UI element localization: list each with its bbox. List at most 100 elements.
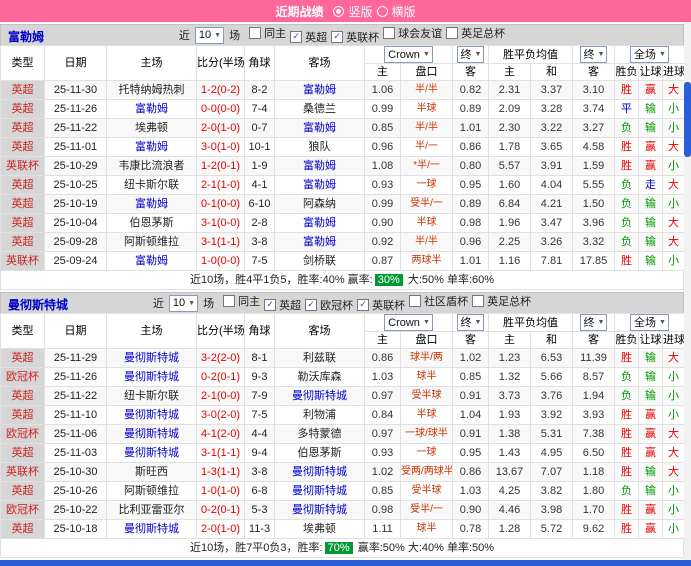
odds-company-select[interactable]: Crown ▼ [384,46,433,63]
home-team-link[interactable]: 阿斯顿维拉 [106,232,197,252]
away-team-link[interactable]: 曼彻斯特城 [274,386,365,406]
away-team-link[interactable]: 富勒姆 [274,213,365,233]
match-score-link[interactable]: 2-1(1-0) [196,175,245,195]
match-score-link[interactable]: 1-2(0-1) [196,156,245,176]
match-score-link[interactable]: 1-2(0-2) [196,80,245,100]
horizontal-label[interactable]: 横版 [392,3,416,20]
team-name[interactable]: 富勒姆 [8,28,44,45]
home-team-link[interactable]: 富勒姆 [106,251,197,271]
full-match-select[interactable]: 全场 ▼ [630,46,669,63]
away-team-link[interactable]: 富勒姆 [274,118,365,138]
away-team-link[interactable]: 富勒姆 [274,80,365,100]
match-score-link[interactable]: 1-3(1-1) [196,462,245,482]
match-score-link[interactable]: 1-0(1-0) [196,481,245,501]
home-team-link[interactable]: 斯旺西 [106,462,197,482]
filter-checkbox-英足总杯[interactable]: 英足总杯 [472,293,531,309]
final-odds-select[interactable]: 终 ▼ [456,46,485,63]
checkbox-checked-icon[interactable]: ✓ [331,30,344,43]
match-score-link[interactable]: 3-2(2-0) [196,348,245,368]
filter-checkbox-同主[interactable]: 同主 [223,293,260,309]
away-team-link[interactable]: 狼队 [274,137,365,157]
horizontal-radio[interactable] [376,5,388,17]
match-score-link[interactable]: 2-1(0-0) [196,386,245,406]
away-team-link[interactable]: 伯恩茅斯 [274,443,365,463]
home-team-link[interactable]: 韦康比流浪者 [106,156,197,176]
filter-checkbox-欧冠杯[interactable]: ✓ 欧冠杯 [305,297,353,313]
home-team-link[interactable]: 富勒姆 [106,194,197,214]
checkbox-checked-icon[interactable]: ✓ [305,298,318,311]
away-team-link[interactable]: 富勒姆 [274,175,365,195]
match-score-link[interactable]: 3-1(1-1) [196,443,245,463]
match-score-link[interactable]: 3-0(2-0) [196,405,245,425]
home-team-link[interactable]: 曼彻斯特城 [106,443,197,463]
recent-count-select[interactable]: 10 ▼ [168,294,199,312]
home-team-link[interactable]: 比利亚雷亚尔 [106,500,197,520]
recent-count-select[interactable]: 10 ▼ [194,26,225,44]
vertical-label[interactable]: 竖版 [348,3,372,20]
home-team-link[interactable]: 富勒姆 [106,99,197,119]
home-team-link[interactable]: 曼彻斯特城 [106,405,197,425]
match-score-link[interactable]: 1-0(0-0) [196,251,245,271]
match-score-link[interactable]: 2-0(1-0) [196,118,245,138]
checkbox-unchecked-icon[interactable] [472,295,485,308]
match-score-link[interactable]: 3-1(1-1) [196,232,245,252]
away-team-link[interactable]: 富勒姆 [274,156,365,176]
match-score-link[interactable]: 0-2(0-1) [196,367,245,387]
away-team-link[interactable]: 富勒姆 [274,232,365,252]
away-team-link[interactable]: 多特蒙德 [274,424,365,444]
filter-checkbox-英超[interactable]: ✓ 英超 [290,29,327,45]
horizontal-scrollbar[interactable] [0,560,691,566]
filter-checkbox-英联杯[interactable]: ✓ 英联杯 [357,297,405,313]
home-team-link[interactable]: 曼彻斯特城 [106,367,197,387]
vertical-scrollbar-thumb[interactable] [684,82,691,157]
home-team-link[interactable]: 曼彻斯特城 [106,424,197,444]
away-team-link[interactable]: 利物浦 [274,405,365,425]
checkbox-checked-icon[interactable]: ✓ [290,30,303,43]
filter-checkbox-英足总杯[interactable]: 英足总杯 [446,25,505,41]
match-score-link[interactable]: 3-0(1-0) [196,137,245,157]
filter-checkbox-同主[interactable]: 同主 [249,25,286,41]
vertical-scrollbar[interactable] [684,22,691,560]
full-match-select[interactable]: 全场 ▼ [630,314,669,331]
home-team-link[interactable]: 伯恩茅斯 [106,213,197,233]
away-team-link[interactable]: 埃弗顿 [274,519,365,539]
home-team-link[interactable]: 埃弗顿 [106,118,197,138]
away-team-link[interactable]: 利兹联 [274,348,365,368]
checkbox-unchecked-icon[interactable] [383,27,396,40]
checkbox-unchecked-icon[interactable] [223,295,236,308]
home-team-link[interactable]: 纽卡斯尔联 [106,175,197,195]
home-team-link[interactable]: 富勒姆 [106,137,197,157]
team-name[interactable]: 曼彻斯特城 [8,296,68,313]
checkbox-unchecked-icon[interactable] [409,295,422,308]
match-score-link[interactable]: 3-1(0-0) [196,213,245,233]
checkbox-unchecked-icon[interactable] [249,27,262,40]
home-team-link[interactable]: 曼彻斯特城 [106,348,197,368]
odds-company-select[interactable]: Crown ▼ [384,314,433,331]
filter-checkbox-英联杯[interactable]: ✓ 英联杯 [331,29,379,45]
away-team-link[interactable]: 桑德兰 [274,99,365,119]
away-team-link[interactable]: 阿森纳 [274,194,365,214]
away-team-link[interactable]: 曼彻斯特城 [274,500,365,520]
away-team-link[interactable]: 曼彻斯特城 [274,481,365,501]
filter-checkbox-球会友谊[interactable]: 球会友谊 [383,25,442,41]
checkbox-unchecked-icon[interactable] [446,27,459,40]
match-score-link[interactable]: 2-0(1-0) [196,519,245,539]
final-avg-select[interactable]: 终 ▼ [579,46,608,63]
away-team-link[interactable]: 曼彻斯特城 [274,462,365,482]
checkbox-checked-icon[interactable]: ✓ [357,298,370,311]
away-team-link[interactable]: 剑桥联 [274,251,365,271]
filter-checkbox-社区盾杯[interactable]: 社区盾杯 [409,293,468,309]
home-team-link[interactable]: 曼彻斯特城 [106,519,197,539]
match-score-link[interactable]: 0-0(0-0) [196,99,245,119]
away-team-link[interactable]: 勒沃库森 [274,367,365,387]
final-odds-select[interactable]: 终 ▼ [456,314,485,331]
match-score-link[interactable]: 4-1(2-0) [196,424,245,444]
final-avg-select[interactable]: 终 ▼ [579,314,608,331]
checkbox-checked-icon[interactable]: ✓ [264,298,277,311]
home-team-link[interactable]: 阿斯顿维拉 [106,481,197,501]
match-score-link[interactable]: 0-2(0-1) [196,500,245,520]
filter-checkbox-英超[interactable]: ✓ 英超 [264,297,301,313]
home-team-link[interactable]: 纽卡斯尔联 [106,386,197,406]
home-team-link[interactable]: 托特纳姆热刺 [106,80,197,100]
vertical-radio[interactable] [333,5,345,17]
